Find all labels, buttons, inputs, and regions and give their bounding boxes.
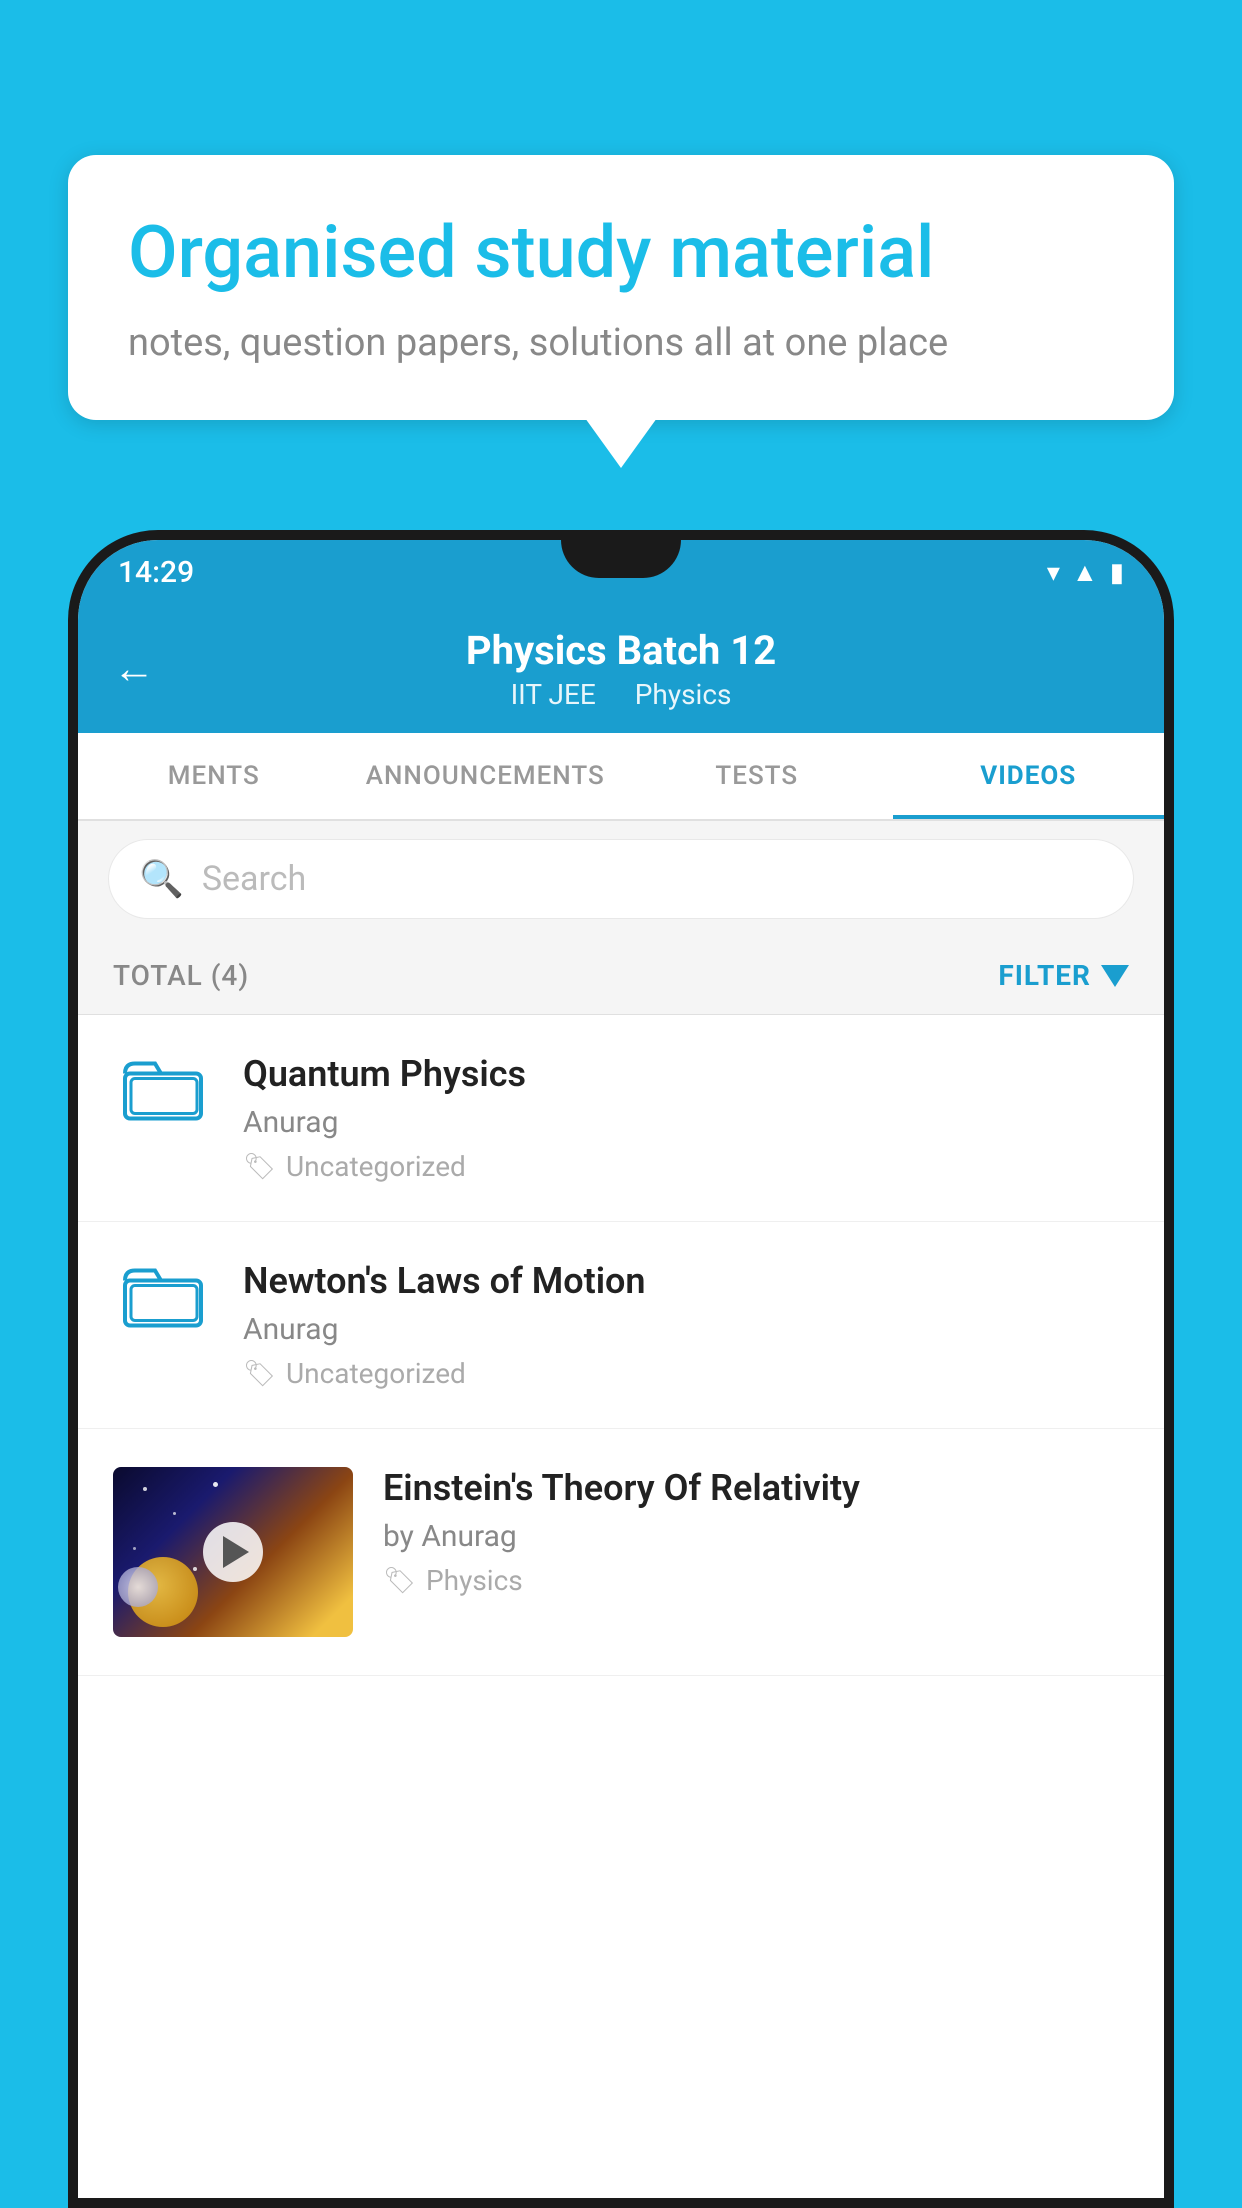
total-count: TOTAL (4) (113, 959, 249, 992)
tag-icon: 🏷 (243, 1359, 276, 1389)
video-author: Anurag (243, 1312, 1129, 1347)
header-subtitle-iitjee: IIT JEE (511, 678, 596, 711)
filter-icon (1101, 965, 1129, 987)
list-item[interactable]: Einstein's Theory Of Relativity by Anura… (78, 1429, 1164, 1676)
video-title: Quantum Physics (243, 1053, 1129, 1095)
video-list: Quantum Physics Anurag 🏷 Uncategorized (78, 1015, 1164, 1676)
list-item[interactable]: Quantum Physics Anurag 🏷 Uncategorized (78, 1015, 1164, 1222)
video-tag: 🏷 Physics (383, 1564, 1134, 1597)
tab-bar: MENTS ANNOUNCEMENTS TESTS VIDEOS (78, 733, 1164, 821)
wifi-icon: ▾ (1047, 558, 1060, 588)
battery-icon: ▮ (1110, 558, 1124, 588)
header-subtitle: IIT JEE Physics (503, 678, 740, 711)
bubble-subtitle: notes, question papers, solutions all at… (128, 321, 1114, 365)
filter-bar: TOTAL (4) FILTER (78, 937, 1164, 1015)
folder-icon (123, 1260, 203, 1330)
header-subtitle-physics: Physics (635, 678, 732, 711)
video-tag: 🏷 Uncategorized (243, 1357, 1129, 1390)
tab-videos[interactable]: VIDEOS (893, 733, 1165, 819)
filter-button[interactable]: FILTER (998, 959, 1129, 992)
video-author: Anurag (243, 1105, 1129, 1140)
video-thumbnail (113, 1467, 353, 1637)
phone-frame: 14:29 ▾ ▲ ▮ ← Physics Batch 12 IIT JEE P… (68, 530, 1174, 2208)
tag-label: Uncategorized (286, 1150, 466, 1183)
folder-thumbnail (113, 1260, 213, 1330)
status-icons: ▾ ▲ ▮ (1047, 557, 1124, 588)
notch (561, 540, 681, 578)
tag-label: Uncategorized (286, 1357, 466, 1390)
video-info: Quantum Physics Anurag 🏷 Uncategorized (243, 1053, 1129, 1183)
phone-screen: 14:29 ▾ ▲ ▮ ← Physics Batch 12 IIT JEE P… (78, 540, 1164, 2198)
tab-announcements[interactable]: ANNOUNCEMENTS (350, 733, 622, 819)
status-time: 14:29 (118, 555, 194, 590)
video-title: Einstein's Theory Of Relativity (383, 1467, 1134, 1509)
search-bar-container: 🔍 Search (78, 821, 1164, 937)
app-header: ← Physics Batch 12 IIT JEE Physics (78, 605, 1164, 733)
video-info: Einstein's Theory Of Relativity by Anura… (353, 1467, 1164, 1597)
search-icon: 🔍 (139, 858, 184, 900)
header-title: Physics Batch 12 (466, 627, 776, 674)
tag-label: Physics (426, 1564, 523, 1597)
folder-icon (123, 1053, 203, 1123)
play-button[interactable] (203, 1522, 263, 1582)
back-button[interactable]: ← (113, 645, 155, 694)
tag-icon: 🏷 (383, 1566, 416, 1596)
folder-thumbnail (113, 1053, 213, 1123)
tab-tests[interactable]: TESTS (621, 733, 893, 819)
play-icon (223, 1536, 249, 1568)
video-tag: 🏷 Uncategorized (243, 1150, 1129, 1183)
tab-ments[interactable]: MENTS (78, 733, 350, 819)
bubble-title: Organised study material (128, 210, 1114, 296)
video-author: by Anurag (383, 1519, 1134, 1554)
search-placeholder: Search (202, 859, 306, 899)
video-title: Newton's Laws of Motion (243, 1260, 1129, 1302)
list-item[interactable]: Newton's Laws of Motion Anurag 🏷 Uncateg… (78, 1222, 1164, 1429)
search-input-wrap[interactable]: 🔍 Search (108, 839, 1134, 919)
filter-label: FILTER (998, 959, 1091, 992)
status-bar: 14:29 ▾ ▲ ▮ (78, 540, 1164, 605)
signal-icon: ▲ (1072, 557, 1098, 588)
tag-icon: 🏷 (243, 1152, 276, 1182)
video-info: Newton's Laws of Motion Anurag 🏷 Uncateg… (243, 1260, 1129, 1390)
speech-bubble: Organised study material notes, question… (68, 155, 1174, 420)
